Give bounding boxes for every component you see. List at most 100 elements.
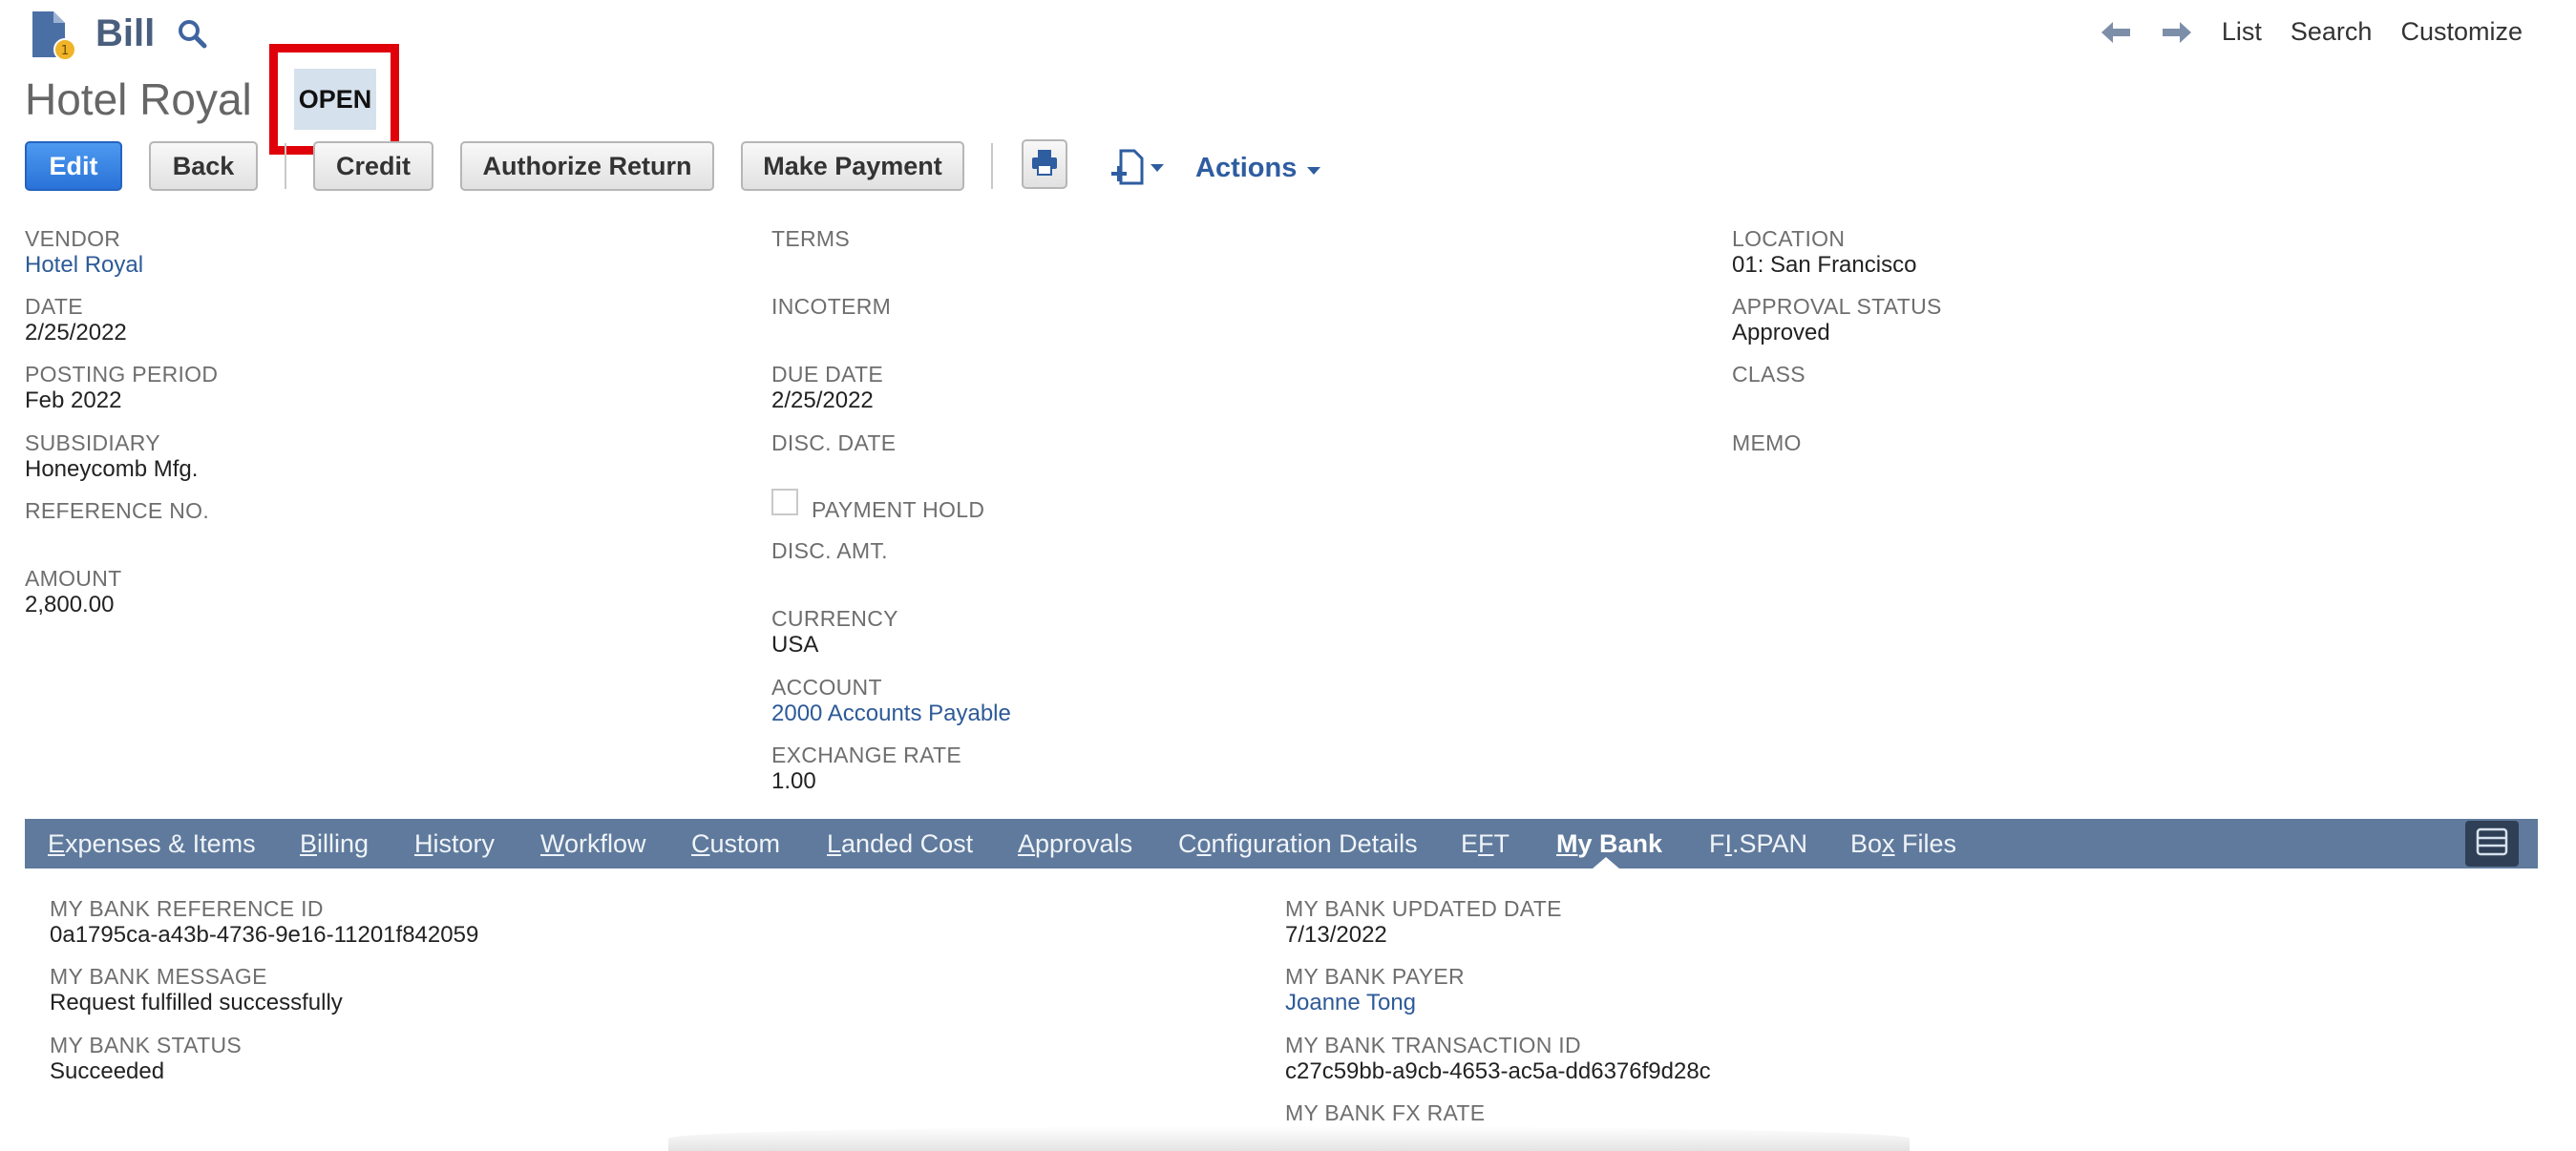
subtab-text: nfiguration Details xyxy=(1211,829,1418,858)
mybank-transaction-id-value: c27c59bb-a9cb-4653-ac5a-dd6376f9d28c xyxy=(1285,1058,1711,1084)
subtab-text: C xyxy=(1178,829,1197,858)
subtab-text: orkflow xyxy=(564,829,646,858)
authorize-return-button[interactable]: Authorize Return xyxy=(460,141,714,191)
subtab-text: Bo xyxy=(1850,829,1883,858)
payment-hold-label: PAYMENT HOLD xyxy=(812,497,985,522)
subtab-text: pprovals xyxy=(1035,829,1133,858)
subtab-item[interactable]: EFT xyxy=(1461,828,1510,859)
new-document-button[interactable] xyxy=(1108,149,1171,191)
subtab-item[interactable]: Configuration Details xyxy=(1178,828,1418,859)
mybank-reference-id-value: 0a1795ca-a43b-4736-9e16-11201f842059 xyxy=(50,922,479,948)
subtab-access-key: M xyxy=(1556,829,1578,858)
edit-button[interactable]: Edit xyxy=(25,141,122,191)
mybank-transaction-id-label: MY BANK TRANSACTION ID xyxy=(1285,1033,1581,1057)
mybank-status-label: MY BANK STATUS xyxy=(50,1033,243,1057)
vendor-value[interactable]: Hotel Royal xyxy=(25,252,143,279)
subtab-item[interactable]: Box Files xyxy=(1850,828,1956,859)
incoterm-label: INCOTERM xyxy=(771,294,892,319)
mybank-fx-rate-label: MY BANK FX RATE xyxy=(1285,1100,1486,1125)
date-value: 2/25/2022 xyxy=(25,320,127,345)
class-label: CLASS xyxy=(1732,362,1805,387)
reference-no-label: REFERENCE NO. xyxy=(25,498,210,523)
toolbar-divider xyxy=(285,143,286,189)
mybank-status-value: Succeeded xyxy=(50,1058,165,1084)
print-icon xyxy=(1030,148,1059,181)
subtab-access-key: o xyxy=(1196,829,1212,858)
mybank-message-value: Request fulfilled successfully xyxy=(50,990,343,1015)
subtab-item[interactable]: My Bank xyxy=(1556,828,1662,859)
exchange-rate-value: 1.00 xyxy=(771,768,816,794)
bill-record-icon: 1 xyxy=(29,10,78,63)
mybank-reference-id-label: MY BANK REFERENCE ID xyxy=(50,896,324,921)
approval-status-label: APPROVAL STATUS xyxy=(1732,294,1942,319)
account-value[interactable]: 2000 Accounts Payable xyxy=(771,701,1011,727)
record-type-label: Bill xyxy=(95,12,156,54)
new-document-icon xyxy=(1108,147,1150,194)
subtab-access-key: E xyxy=(48,829,66,858)
subtab-item[interactable]: Approvals xyxy=(1018,828,1132,859)
credit-button[interactable]: Credit xyxy=(313,141,433,191)
subtab-text: T xyxy=(1493,829,1510,858)
amount-value: 2,800.00 xyxy=(25,592,115,617)
subtab-item[interactable]: Expenses & Items xyxy=(48,828,256,859)
vendor-label: VENDOR xyxy=(25,226,121,251)
subtab-text: F xyxy=(1709,829,1725,858)
layout-toggle-button[interactable] xyxy=(2465,821,2519,867)
subtab-text: xpenses & Items xyxy=(65,829,256,858)
subtab-access-key: C xyxy=(691,829,710,858)
toolbar-divider xyxy=(991,143,993,189)
bottom-shadow xyxy=(668,1126,1910,1151)
subtab-text: .SPAN xyxy=(1732,829,1808,858)
layout-toggle-icon xyxy=(2476,827,2508,861)
posting-period-value: Feb 2022 xyxy=(25,387,122,413)
svg-text:1: 1 xyxy=(61,44,69,58)
exchange-rate-label: EXCHANGE RATE xyxy=(771,743,962,767)
print-button[interactable] xyxy=(1022,139,1067,189)
subtab-access-key: B xyxy=(300,829,318,858)
currency-value: USA xyxy=(771,632,819,658)
subtab-access-key: H xyxy=(414,829,433,858)
chevron-down-icon xyxy=(1306,153,1321,184)
approval-status-value: Approved xyxy=(1732,320,1830,345)
nav-list-link[interactable]: List xyxy=(2222,17,2262,47)
subtab-access-key: x xyxy=(1882,829,1895,858)
actions-menu[interactable]: Actions xyxy=(1195,153,1321,184)
back-arrow-icon[interactable] xyxy=(2100,19,2132,46)
mybank-payer-label: MY BANK PAYER xyxy=(1285,964,1465,989)
forward-arrow-icon[interactable] xyxy=(2161,19,2193,46)
subtab-item[interactable]: Landed Cost xyxy=(827,828,973,859)
subtab-access-key: I xyxy=(1724,829,1733,858)
back-button[interactable]: Back xyxy=(149,141,258,191)
make-payment-button[interactable]: Make Payment xyxy=(741,141,964,191)
memo-label: MEMO xyxy=(1732,430,1802,455)
due-date-label: DUE DATE xyxy=(771,362,883,387)
subtab-access-key: W xyxy=(540,829,564,858)
nav-search-link[interactable]: Search xyxy=(2291,17,2373,47)
subtab-text: Files xyxy=(1894,829,1957,858)
mybank-updated-date-value: 7/13/2022 xyxy=(1285,922,1387,948)
posting-period-label: POSTING PERIOD xyxy=(25,362,219,387)
subtab-access-key: A xyxy=(1018,829,1036,858)
account-label: ACCOUNT xyxy=(771,675,882,700)
chevron-down-icon xyxy=(1150,161,1165,178)
status-highlight-box xyxy=(269,44,399,155)
mybank-payer-value[interactable]: Joanne Tong xyxy=(1285,990,1416,1016)
subtab-item[interactable]: FI.SPAN xyxy=(1709,828,1807,859)
amount-label: AMOUNT xyxy=(25,566,122,591)
page-title: Hotel Royal xyxy=(25,74,252,124)
terms-label: TERMS xyxy=(771,226,850,251)
disc-date-label: DISC. DATE xyxy=(771,430,897,455)
date-label: DATE xyxy=(25,294,83,319)
subtab-item[interactable]: Custom xyxy=(691,828,780,859)
search-icon[interactable] xyxy=(176,17,208,50)
subsidiary-label: SUBSIDIARY xyxy=(25,430,160,455)
actions-label: Actions xyxy=(1195,153,1298,183)
payment-hold-checkbox[interactable] xyxy=(771,489,798,515)
subtab-item[interactable]: Billing xyxy=(300,828,369,859)
subsidiary-value: Honeycomb Mfg. xyxy=(25,456,199,482)
top-navigation: List Search Customize xyxy=(2100,17,2523,47)
subtab-item[interactable]: Workflow xyxy=(540,828,646,859)
subtab-item[interactable]: History xyxy=(414,828,495,859)
nav-customize-link[interactable]: Customize xyxy=(2400,17,2523,47)
active-tab-indicator xyxy=(1593,857,1619,868)
